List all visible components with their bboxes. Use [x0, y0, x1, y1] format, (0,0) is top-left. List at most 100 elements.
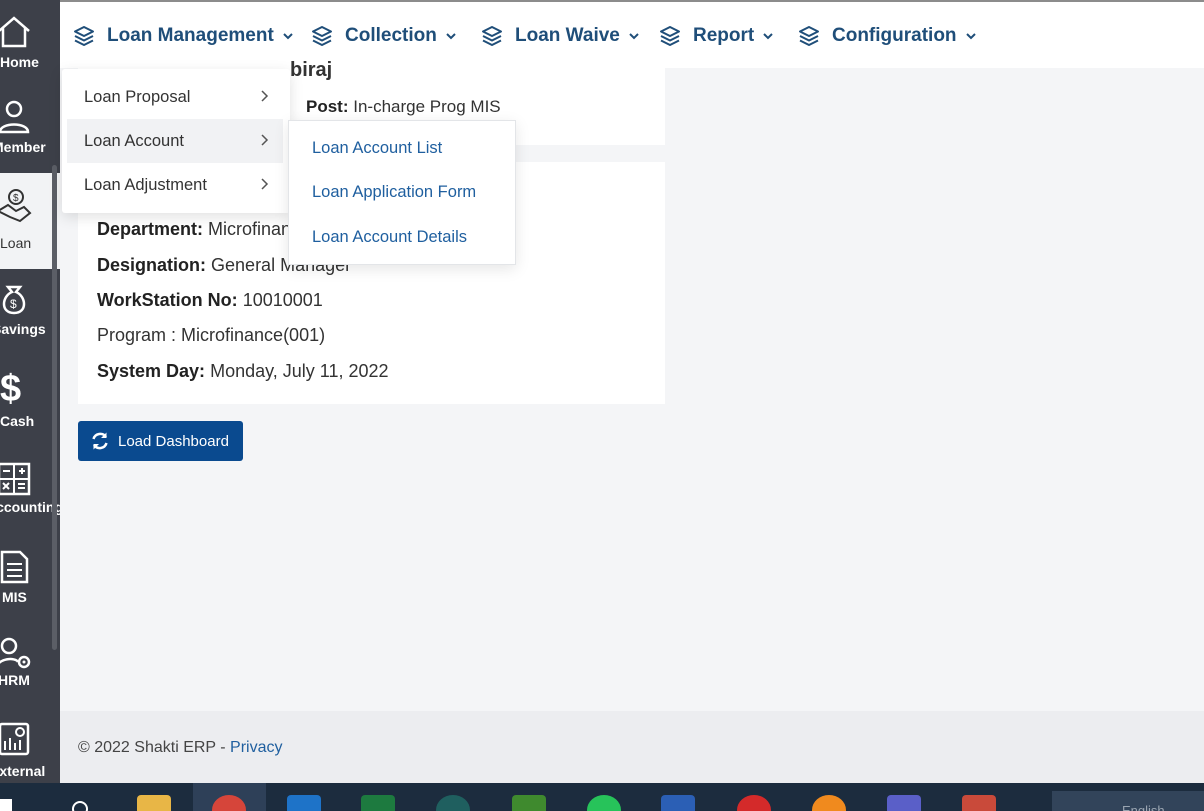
nav-collection[interactable]: Collection [311, 24, 457, 48]
menu-item-loan-account-list[interactable]: Loan Account List [312, 139, 442, 158]
loan-handshake-icon: $ [0, 189, 32, 223]
sidebar-item-label: Member [0, 139, 46, 155]
dollar-icon: $ [0, 369, 21, 405]
nav-configuration[interactable]: Configuration [798, 24, 977, 48]
teams-icon[interactable] [887, 795, 921, 811]
workstation-label: WorkStation No: [97, 290, 238, 310]
sidebar-item-home[interactable]: Home [0, 0, 60, 90]
report-icon [0, 550, 29, 584]
loan-management-dropdown: Loan Proposal Loan Account Loan Adjustme… [62, 69, 290, 213]
windows-start-icon[interactable] [0, 799, 12, 811]
nav-label: Report [693, 25, 755, 46]
chevron-down-icon [629, 33, 639, 40]
chevron-down-icon [965, 33, 976, 40]
user-gear-icon [0, 637, 31, 669]
post-line: Post: In-charge Prog MIS [306, 97, 501, 117]
loan-account-submenu: Loan Account List Loan Application Form … [288, 120, 516, 265]
refresh-icon [92, 432, 108, 450]
menu-item-loan-proposal[interactable]: Loan Proposal [67, 75, 283, 119]
gecko-app-icon[interactable] [512, 795, 546, 811]
sidebar-item-label: External [0, 763, 46, 779]
department-label: Department: [97, 219, 204, 239]
svg-text:$: $ [0, 369, 21, 405]
copyright: © 2022 Shakti ERP - [78, 739, 231, 756]
post-value: In-charge Prog MIS [353, 97, 501, 116]
sidebar-item-hrm[interactable]: HRM [0, 632, 60, 722]
chevron-down-icon [763, 33, 773, 40]
menu-item-loan-adjustment[interactable]: Loan Adjustment [67, 163, 283, 207]
chevron-down-icon [283, 33, 293, 40]
language-indicator: English [1122, 803, 1165, 811]
designation-label: Designation: [97, 255, 207, 275]
misc-app-icon[interactable] [962, 795, 996, 811]
chevron-right-icon [261, 178, 269, 190]
sidebar-item-label: Savings [0, 321, 46, 337]
nav-loan-waive[interactable]: Loan Waive [481, 24, 640, 48]
menu-item-loan-application-form[interactable]: Loan Application Form [312, 183, 476, 202]
layers-icon [482, 26, 502, 46]
sidebar-item-cash[interactable]: $ Cash [0, 365, 60, 455]
excel-icon[interactable] [361, 795, 395, 811]
post-label: Post: [306, 97, 349, 116]
load-dashboard-label: Load Dashboard [118, 432, 229, 450]
menu-item-loan-account[interactable]: Loan Account [67, 119, 283, 163]
top-navigation: Loan Management Collection Loan Waive Re… [60, 0, 1204, 68]
sidebar-item-accounting[interactable]: Accounting [0, 455, 60, 545]
home-icon [0, 16, 30, 48]
sidebar: Home Member $ Loan $ Savings $ Cash Acco… [0, 0, 60, 783]
workstation-line: WorkStation No: 10010001 [97, 290, 323, 311]
svg-text:$: $ [10, 297, 17, 311]
sidebar-item-loan[interactable]: $ Loan [0, 173, 60, 269]
footer-text: © 2022 Shakti ERP - Privacy [78, 739, 282, 757]
sidebar-item-label: Cash [0, 413, 35, 429]
program-line: Program : Microfinance(001) [97, 325, 326, 345]
outlook-icon[interactable] [287, 795, 321, 811]
layers-icon [799, 26, 819, 46]
layers-icon [660, 26, 680, 46]
workstation-value: 10010001 [242, 290, 323, 310]
calculator-icon [0, 462, 31, 496]
chevron-down-icon [446, 33, 456, 40]
menu-item-label: Loan Account [84, 131, 184, 150]
sidebar-item-mis[interactable]: MIS [0, 545, 60, 635]
whatsapp-icon[interactable] [587, 795, 621, 811]
system-day-value: Monday, July 11, 2022 [210, 361, 389, 381]
footer: © 2022 Shakti ERP - Privacy [60, 711, 1204, 783]
user-icon [0, 100, 30, 134]
load-dashboard-button[interactable]: Load Dashboard [78, 421, 243, 461]
layers-icon [312, 26, 332, 46]
system-day-line: System Day: Monday, July 11, 2022 [97, 361, 389, 382]
nav-loan-management[interactable]: Loan Management [73, 24, 294, 48]
menu-item-loan-account-details[interactable]: Loan Account Details [312, 228, 467, 247]
n-app-icon[interactable] [436, 795, 470, 811]
sidebar-item-label: Home [0, 54, 39, 70]
nav-label: Loan Waive [515, 25, 620, 46]
sidebar-scrollbar[interactable] [52, 165, 57, 650]
chevron-right-icon [261, 134, 269, 146]
firefox-icon[interactable] [812, 795, 846, 811]
menu-item-label: Loan Proposal [84, 87, 191, 106]
system-tray[interactable]: English [1052, 791, 1204, 811]
search-icon[interactable] [70, 799, 90, 811]
os-taskbar: English [0, 783, 1204, 811]
svg-text:$: $ [13, 193, 19, 204]
file-explorer-icon[interactable] [137, 795, 171, 811]
privacy-link[interactable]: Privacy [230, 739, 282, 756]
employee-name: biraj [290, 59, 333, 81]
sidebar-item-label: Accounting [0, 499, 60, 515]
sidebar-item-label: HRM [0, 672, 30, 688]
nav-label: Collection [345, 25, 437, 46]
word-icon[interactable] [661, 795, 695, 811]
sidebar-item-member[interactable]: Member [0, 90, 60, 180]
sidebar-item-label: MIS [2, 589, 27, 605]
nav-label: Loan Management [107, 25, 274, 46]
opera-icon[interactable] [737, 795, 771, 811]
sidebar-item-external[interactable]: External [0, 717, 60, 783]
sidebar-item-savings[interactable]: $ Savings [0, 275, 60, 365]
menu-item-label: Loan Adjustment [84, 175, 207, 194]
chevron-right-icon [261, 90, 269, 102]
external-report-icon [0, 722, 30, 756]
nav-report[interactable]: Report [659, 24, 774, 48]
sidebar-item-label: Loan [0, 235, 32, 251]
layers-icon [74, 26, 94, 46]
